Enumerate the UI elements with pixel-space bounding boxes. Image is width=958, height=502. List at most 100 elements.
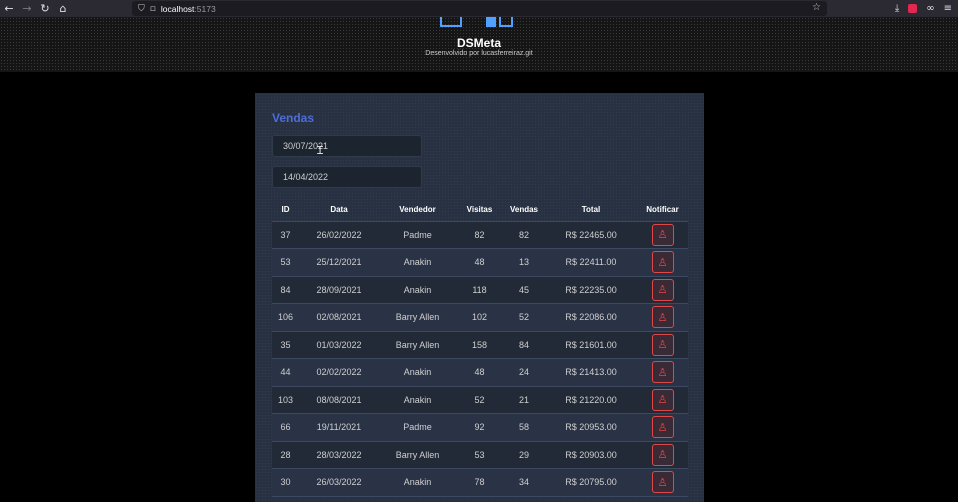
cell-sales: 13 — [503, 248, 545, 277]
extension-icon[interactable] — [908, 4, 918, 13]
date-max-value: 14/04/2022 — [283, 172, 329, 182]
cell-id: 30 — [272, 468, 299, 497]
cell-visits: 48 — [456, 358, 503, 387]
cell-id: 28 — [272, 441, 299, 469]
cell-id: 106 — [272, 303, 299, 332]
logo-icon — [440, 17, 516, 27]
cell-seller: Anakin — [379, 248, 456, 277]
notify-button[interactable]: ♙ — [651, 278, 674, 301]
page-icon: ▫ — [149, 3, 156, 14]
cell-date: 28/09/2021 — [299, 276, 379, 304]
back-icon[interactable]: ← — [0, 0, 18, 17]
bookmark-star-icon[interactable]: ☆ — [812, 2, 821, 13]
cell-date: 08/08/2021 — [299, 386, 379, 414]
cell-id: 53 — [272, 248, 299, 277]
table-row: 28 28/03/2022 Barry Allen 53 29 R$ 20903.00 ♙ — [272, 441, 688, 469]
cell-notify: ♙ — [637, 468, 688, 497]
cell-id: 66 — [272, 413, 299, 442]
cell-notify: ♙ — [637, 331, 688, 359]
reload-icon[interactable]: ↻ — [36, 0, 54, 17]
cell-seller: Barry Allen — [379, 303, 456, 332]
cell-total: R$ 22465.00 — [545, 221, 637, 249]
user-bell-icon: ♙ — [657, 420, 668, 434]
notify-button[interactable]: ♙ — [651, 416, 674, 439]
cell-id: 84 — [272, 276, 299, 304]
table-row: 106 02/08/2021 Barry Allen 102 52 R$ 22086.00… — [272, 303, 688, 332]
url-bar[interactable]: ⛉ ▫ localhost:5173 ☆ — [132, 1, 827, 16]
user-bell-icon: ♙ — [657, 310, 668, 324]
text-cursor-icon: Ɪ — [317, 144, 324, 157]
table-row: 30 26/03/2022 Anakin 78 34 R$ 20795.00 ♙ — [272, 468, 688, 497]
table-row: 66 19/11/2021 Padme 92 58 R$ 20953.00 ♙ — [272, 413, 688, 442]
cell-date: 25/12/2021 — [299, 248, 379, 277]
user-bell-icon: ♙ — [657, 475, 668, 489]
cell-id: 103 — [272, 386, 299, 414]
cell-sales: 29 — [503, 441, 545, 469]
menu-icon[interactable]: ≡ — [944, 3, 952, 14]
cell-visits: 82 — [456, 221, 503, 249]
cell-visits: 118 — [456, 276, 503, 304]
cell-sales: 82 — [503, 221, 545, 249]
cell-sales: 24 — [503, 358, 545, 387]
date-max-input[interactable]: 14/04/2022 — [272, 166, 422, 188]
cell-total: R$ 20795.00 — [545, 468, 637, 497]
notify-button[interactable]: ♙ — [651, 223, 674, 246]
cell-seller: Anakin — [379, 276, 456, 304]
cell-visits: 78 — [456, 468, 503, 497]
cell-sales: 21 — [503, 386, 545, 414]
cell-date: 26/02/2022 — [299, 221, 379, 249]
cell-date: 02/02/2022 — [299, 358, 379, 387]
col-id: ID — [272, 199, 299, 222]
cell-seller: Anakin — [379, 386, 456, 414]
account-icon[interactable]: ∞ — [926, 3, 934, 14]
table-row: 53 25/12/2021 Anakin 48 13 R$ 22411.00 ♙ — [272, 248, 688, 277]
app-subtitle: Desenvolvido por lucasferreiraz.git — [425, 50, 533, 57]
notify-button[interactable]: ♙ — [651, 361, 674, 384]
card-title: Vendas — [272, 111, 315, 125]
home-icon[interactable]: ⌂ — [54, 0, 72, 17]
col-notify: Notificar — [637, 199, 688, 222]
cell-visits: 92 — [456, 413, 503, 442]
notify-button[interactable]: ♙ — [651, 443, 674, 466]
col-sales: Vendas — [503, 199, 545, 222]
col-date: Data — [299, 199, 379, 222]
cell-visits: 102 — [456, 303, 503, 332]
cell-date: 02/08/2021 — [299, 303, 379, 332]
user-bell-icon: ♙ — [657, 338, 668, 352]
cell-visits: 53 — [456, 441, 503, 469]
user-bell-icon: ♙ — [657, 393, 668, 407]
cell-visits: 52 — [456, 386, 503, 414]
cell-sales: 34 — [503, 468, 545, 497]
notify-button[interactable]: ♙ — [651, 388, 674, 411]
sales-table: ID Data Vendedor Visitas Vendas Total No… — [272, 199, 688, 497]
col-seller: Vendedor — [379, 199, 456, 222]
table-header-row: ID Data Vendedor Visitas Vendas Total No… — [272, 199, 688, 222]
notify-button[interactable]: ♙ — [651, 471, 674, 494]
forward-icon[interactable]: → — [18, 0, 36, 17]
notify-button[interactable]: ♙ — [651, 306, 674, 329]
cell-total: R$ 21413.00 — [545, 358, 637, 387]
cell-date: 26/03/2022 — [299, 468, 379, 497]
table-row: 44 02/02/2022 Anakin 48 24 R$ 21413.00 ♙ — [272, 358, 688, 387]
download-icon[interactable]: ⤓ — [895, 3, 899, 14]
cell-notify: ♙ — [637, 358, 688, 387]
cell-visits: 158 — [456, 331, 503, 359]
cell-total: R$ 21601.00 — [545, 331, 637, 359]
cell-seller: Barry Allen — [379, 331, 456, 359]
notify-button[interactable]: ♙ — [651, 333, 674, 356]
user-bell-icon: ♙ — [657, 448, 668, 462]
date-min-input[interactable]: 30/07/2021 Ɪ — [272, 135, 422, 157]
cell-id: 37 — [272, 221, 299, 249]
cell-notify: ♙ — [637, 303, 688, 332]
shield-icon: ⛉ — [138, 3, 145, 14]
cell-date: 28/03/2022 — [299, 441, 379, 469]
notify-button[interactable]: ♙ — [651, 251, 674, 274]
cell-date: 01/03/2022 — [299, 331, 379, 359]
app-header: DSMeta Desenvolvido por lucasferreiraz.g… — [0, 17, 958, 72]
col-total: Total — [545, 199, 637, 222]
cell-seller: Padme — [379, 413, 456, 442]
app-title: DSMeta — [456, 36, 501, 50]
cell-visits: 48 — [456, 248, 503, 277]
cell-total: R$ 20903.00 — [545, 441, 637, 469]
user-bell-icon: ♙ — [657, 228, 668, 242]
